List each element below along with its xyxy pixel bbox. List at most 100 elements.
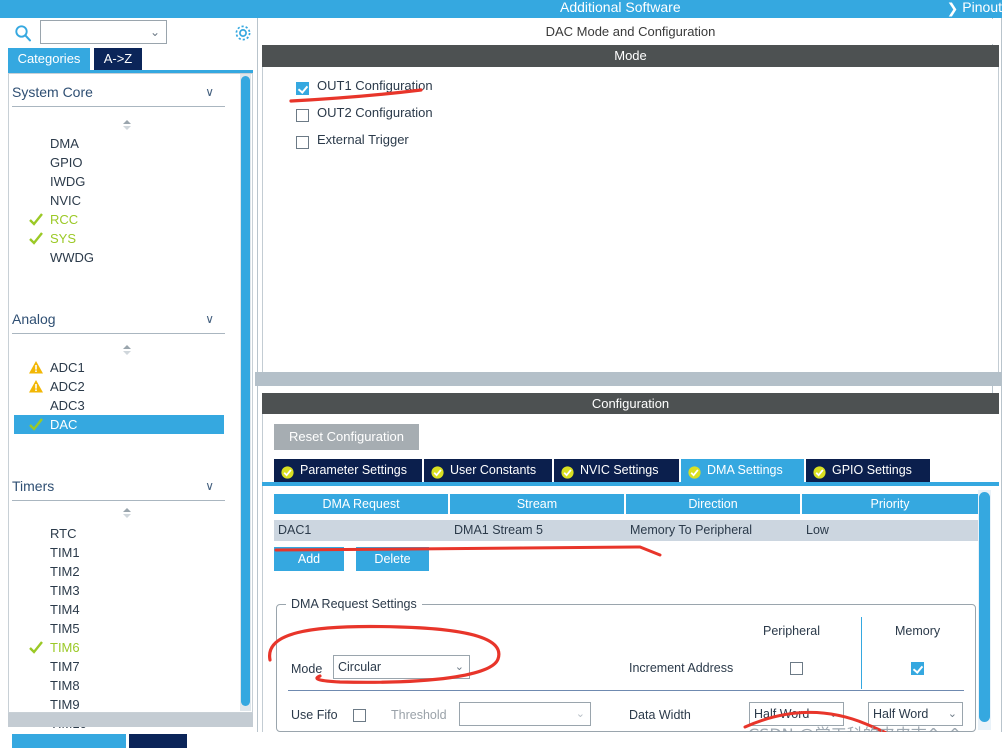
pinout-label: Pinout — [962, 0, 1002, 15]
group-title: System Core — [12, 84, 93, 100]
use-fifo-label: Use Fifo — [291, 708, 338, 722]
chevron-down-icon[interactable]: ∨ — [205, 479, 214, 493]
tree-item-label: TIM9 — [50, 697, 80, 712]
status-check-icon — [281, 464, 294, 479]
tree-item-tim2[interactable]: TIM2 — [24, 562, 224, 581]
tree-item-label: IWDG — [50, 174, 86, 189]
tree-item-dac[interactable]: DAC — [14, 415, 224, 434]
tree-item-adc2[interactable]: ADC2 — [24, 377, 224, 396]
use-fifo-checkbox[interactable] — [353, 707, 366, 723]
add-button[interactable]: Add — [274, 547, 344, 571]
check-icon — [28, 417, 44, 432]
tree-item-tim3[interactable]: TIM3 — [24, 581, 224, 600]
search-input[interactable]: ⌄ — [40, 20, 167, 44]
cell-stream[interactable]: DMA1 Stream 5 — [450, 520, 626, 541]
bottom-tab-inactive[interactable] — [129, 734, 187, 748]
tab-user-constants[interactable]: User Constants — [424, 459, 552, 482]
gear-icon[interactable] — [232, 22, 254, 44]
scroll-up-spinner[interactable] — [120, 343, 134, 357]
column-header-stream[interactable]: Stream — [450, 494, 626, 514]
tree-item-label: TIM2 — [50, 564, 80, 579]
scroll-up-spinner[interactable] — [120, 506, 134, 520]
group-title: Analog — [12, 311, 56, 327]
page-title: DAC Mode and Configuration — [262, 19, 999, 44]
column-header-priority[interactable]: Priority — [802, 494, 978, 514]
mode-select[interactable]: Circular ⌄ — [333, 655, 470, 679]
tree-item-iwdg[interactable]: IWDG — [24, 172, 224, 191]
checkbox-box[interactable] — [911, 662, 924, 675]
section-gap — [255, 372, 1002, 386]
tree-item-nvic[interactable]: NVIC — [24, 191, 224, 210]
cell-dma-request[interactable]: DAC1 — [274, 520, 450, 541]
tree-item-dma[interactable]: DMA — [24, 134, 224, 153]
reset-configuration-button[interactable]: Reset Configuration — [274, 424, 419, 450]
additional-software-label[interactable]: Additional Software — [560, 0, 681, 15]
checkbox-box[interactable] — [790, 662, 803, 675]
tree-item-label: TIM4 — [50, 602, 80, 617]
tree-item-label: DMA — [50, 136, 79, 151]
tree-item-tim6[interactable]: TIM6 — [24, 638, 224, 657]
tree-item-tim5[interactable]: TIM5 — [24, 619, 224, 638]
mode-section-body: OUT1 Configuration OUT2 Configuration Ex… — [262, 67, 999, 372]
tree-item-tim7[interactable]: TIM7 — [24, 657, 224, 676]
delete-button[interactable]: Delete — [356, 547, 429, 571]
pinout-menu[interactable]: ❯ Pinout — [947, 0, 1002, 16]
group-system-core[interactable]: System Core ∨ — [12, 84, 224, 104]
tab-label: NVIC Settings — [580, 463, 659, 477]
mode-value: Circular — [338, 660, 382, 674]
chevron-down-icon[interactable]: ∨ — [205, 85, 214, 99]
divider — [288, 690, 964, 691]
checkbox-label: External Trigger — [317, 132, 409, 147]
checkbox-box[interactable] — [296, 82, 309, 95]
data-width-memory-value: Half Word — [873, 707, 929, 721]
chevron-down-icon[interactable]: ∨ — [205, 312, 214, 326]
tab-dma-settings[interactable]: DMA Settings — [681, 459, 804, 482]
tree-item-label: RCC — [50, 212, 79, 227]
tree-item-label: TIM3 — [50, 583, 80, 598]
tree-item-tim4[interactable]: TIM4 — [24, 600, 224, 619]
group-analog[interactable]: Analog ∨ — [12, 311, 224, 331]
checkbox-box[interactable] — [296, 136, 309, 149]
tree-item-label: ADC3 — [50, 398, 85, 413]
tree-item-wwdg[interactable]: WWDG — [24, 248, 224, 267]
tree-item-sys[interactable]: SYS — [24, 229, 224, 248]
tree-item-rtc[interactable]: RTC — [24, 524, 224, 543]
tree-item-tim8[interactable]: TIM8 — [24, 676, 224, 695]
tab-categories[interactable]: Categories — [8, 48, 90, 70]
bottom-tab-active[interactable] — [12, 734, 126, 748]
tab-label: GPIO Settings — [832, 463, 912, 477]
threshold-select[interactable]: ⌄ — [459, 702, 591, 726]
tree-item-tim9[interactable]: TIM9 — [24, 695, 224, 714]
tree-item-adc1[interactable]: ADC1 — [24, 358, 224, 377]
tree-item-adc3[interactable]: ADC3 — [24, 396, 224, 415]
tab-gpio-settings[interactable]: GPIO Settings — [806, 459, 930, 482]
tree-item-tim1[interactable]: TIM1 — [24, 543, 224, 562]
increment-address-peripheral-checkbox[interactable] — [790, 660, 803, 676]
group-timers[interactable]: Timers ∨ — [12, 478, 224, 498]
checkbox-box[interactable] — [353, 709, 366, 722]
chevron-down-icon[interactable]: ⌄ — [150, 25, 160, 39]
checkbox-box[interactable] — [296, 109, 309, 122]
tab-nvic-settings[interactable]: NVIC Settings — [554, 459, 679, 482]
chevron-down-icon[interactable]: ⌄ — [455, 656, 464, 679]
tree-item-label: TIM1 — [50, 545, 80, 560]
tab-label: Parameter Settings — [300, 463, 407, 477]
sidebar-scrollbar-thumb[interactable] — [241, 76, 250, 706]
search-icon[interactable] — [14, 24, 32, 42]
tree-item-gpio[interactable]: GPIO — [24, 153, 224, 172]
tab-a-to-z[interactable]: A->Z — [94, 48, 142, 70]
tree-item-label: GPIO — [50, 155, 83, 170]
check-icon — [28, 231, 44, 246]
column-header-direction[interactable]: Direction — [626, 494, 802, 514]
cell-priority[interactable]: Low — [802, 520, 978, 541]
increment-address-memory-checkbox[interactable] — [911, 660, 924, 676]
configuration-section-header: Configuration — [262, 393, 999, 414]
column-header-dma-request[interactable]: DMA Request — [274, 494, 450, 514]
cell-direction[interactable]: Memory To Peripheral — [626, 520, 802, 541]
chevron-down-icon[interactable]: ⌄ — [576, 703, 585, 726]
group-title: Timers — [12, 478, 55, 494]
tab-parameter-settings[interactable]: Parameter Settings — [274, 459, 422, 482]
scroll-up-spinner[interactable] — [120, 118, 134, 132]
content-scrollbar-thumb[interactable] — [979, 492, 990, 722]
tree-item-rcc[interactable]: RCC — [24, 210, 224, 229]
